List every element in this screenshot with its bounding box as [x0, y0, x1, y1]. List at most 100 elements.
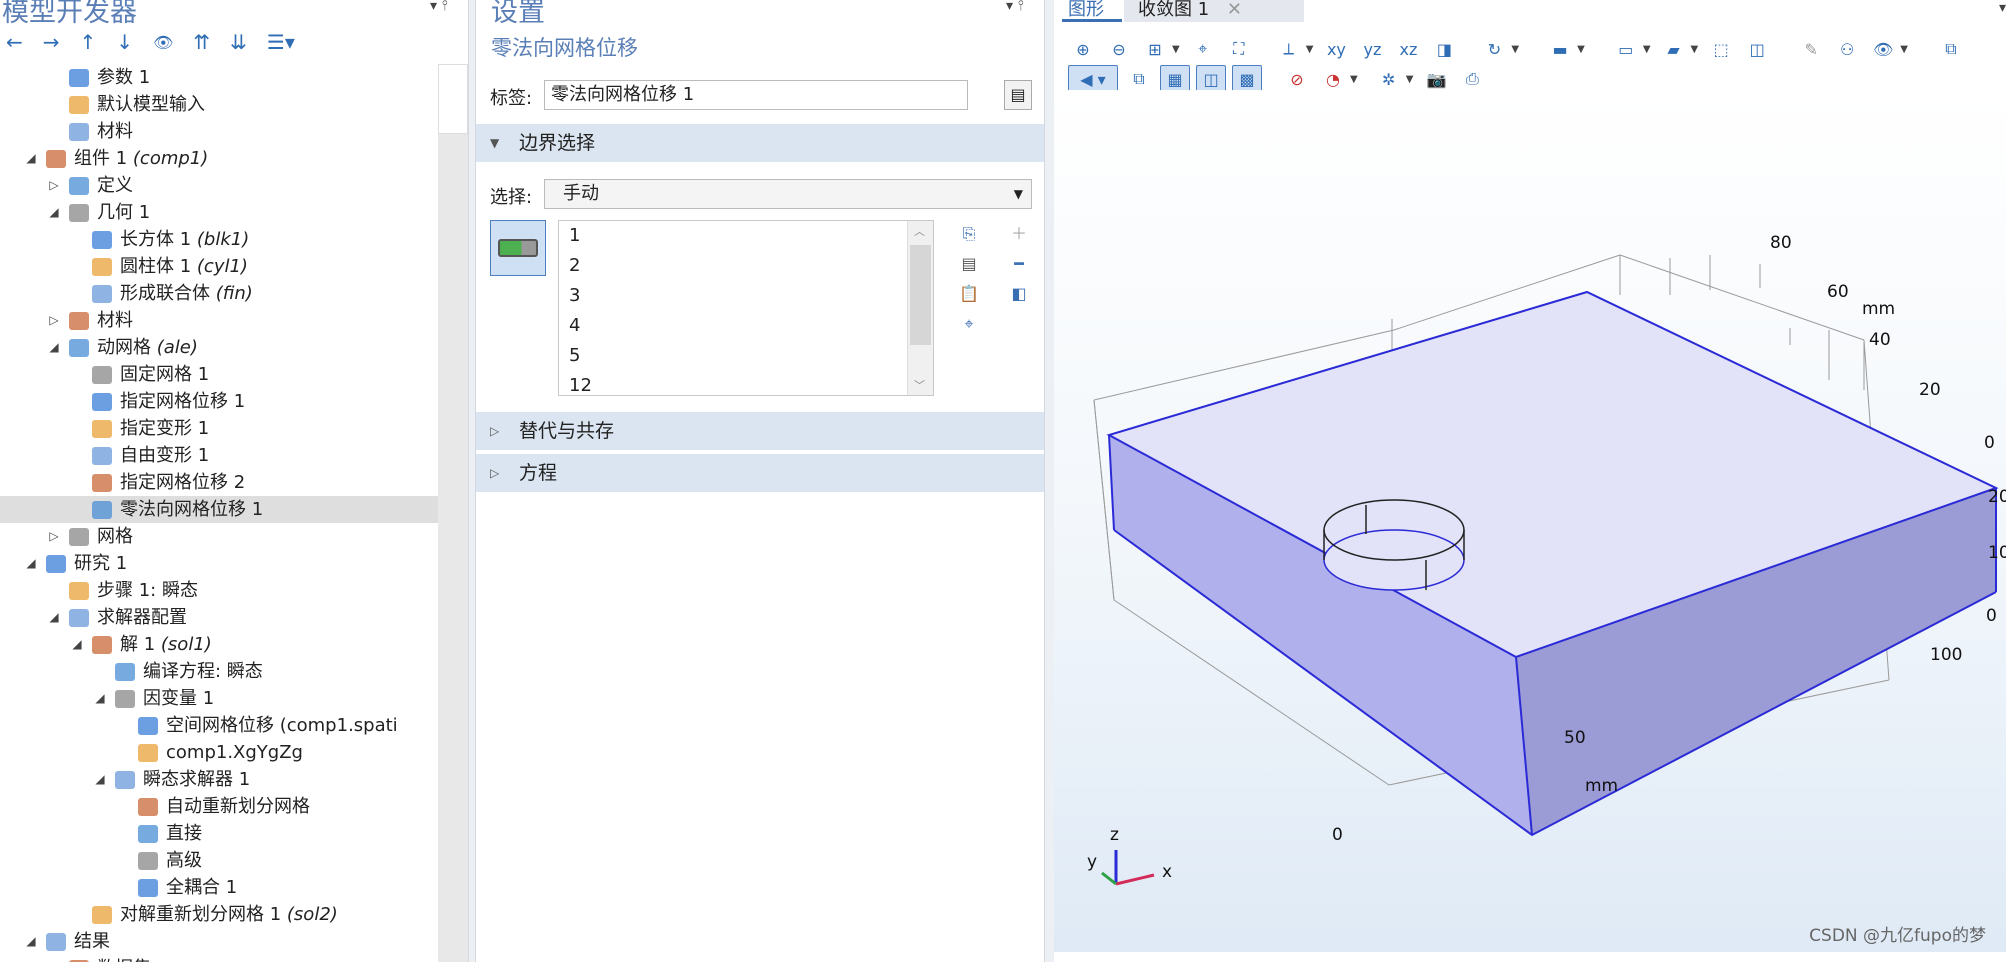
tree-node[interactable]: 参数 1 [0, 64, 438, 91]
show-axis-icon[interactable]: ◫ [1196, 65, 1226, 93]
clip-icon[interactable]: ⊘ [1282, 65, 1312, 93]
back-arrow-icon[interactable]: ← [6, 30, 23, 54]
section-equation[interactable]: ▷ 方程 [476, 454, 1044, 492]
copy-selection-icon[interactable]: ▤ [956, 252, 982, 276]
close-icon[interactable]: ✕ [1227, 0, 1242, 20]
boundary-list-item[interactable]: 1 [559, 221, 933, 251]
zoom-box-icon[interactable]: ⊞ [1140, 35, 1170, 63]
zoom-selected-icon[interactable]: ⌖ [1188, 35, 1218, 63]
render-mode-icon[interactable]: ▭ [1611, 35, 1641, 63]
color-icon[interactable]: ◔ [1318, 65, 1348, 93]
view-yz-icon[interactable]: yz [1357, 35, 1387, 63]
node-note-icon[interactable]: ▤ [1004, 80, 1032, 110]
tree-node[interactable]: ◢ 求解器配置 [0, 604, 438, 631]
tree-node[interactable]: ▷ 定义 [0, 172, 438, 199]
tree-node[interactable]: 自动重新划分网格 [0, 793, 438, 820]
geometry-view[interactable]: 0 50 100 mm 0 20 40 60 80 mm 0 10 20 z x… [1054, 90, 2006, 952]
tree-node[interactable]: 指定网格位移 2 [0, 469, 438, 496]
forward-arrow-icon[interactable]: → [43, 30, 60, 54]
wireframe-icon[interactable]: ▰ [1659, 35, 1689, 63]
boundary-list-item[interactable]: 3 [559, 281, 933, 311]
scroll-down-icon[interactable]: ﹀ [914, 377, 925, 393]
tree-node[interactable]: 指定网格位移 1 [0, 388, 438, 415]
create-selection-icon[interactable]: ◧ [1006, 282, 1032, 306]
tree-node[interactable]: 对解重新划分网格 1 (sol2) [0, 901, 438, 928]
pane-splitter[interactable] [1044, 0, 1054, 962]
collapse-arrow-icon[interactable]: ◢ [47, 199, 61, 226]
tree-node[interactable]: 直接 [0, 820, 438, 847]
collapse-arrow-icon[interactable]: ◢ [24, 550, 38, 577]
box-select-icon[interactable]: ⬚ [1706, 35, 1736, 63]
tree-node[interactable]: ◢ 解 1 (sol1) [0, 631, 438, 658]
axis-orientation-icon[interactable]: ⟂ [1274, 35, 1304, 63]
expand-all-icon[interactable]: ⇈ [193, 30, 210, 54]
tree-node[interactable]: ◢ 研究 1 [0, 550, 438, 577]
collapse-arrow-icon[interactable]: ◢ [47, 334, 61, 361]
scrollbar-thumb[interactable] [910, 245, 931, 345]
scrollbar-thumb[interactable] [438, 64, 468, 134]
zoom-out-icon[interactable]: ⊖ [1104, 35, 1134, 63]
pane-menu-icon[interactable]: ▾ ⫯ [430, 0, 448, 14]
paste-selection-icon[interactable]: ⎘ [956, 222, 982, 246]
add-to-selection-icon[interactable]: ＋ [1006, 222, 1032, 246]
tree-node[interactable]: ▷ 网格 [0, 523, 438, 550]
more-options-icon[interactable]: ⧉ [1936, 35, 1966, 63]
up-arrow-icon[interactable]: ↑ [80, 30, 97, 54]
view-xy-icon[interactable]: xy [1321, 35, 1351, 63]
collapse-arrow-icon[interactable]: ◢ [47, 604, 61, 631]
tree-node[interactable]: 编译方程: 瞬态 [0, 658, 438, 685]
transparency-toggle[interactable]: ◀ ▾ [1068, 65, 1118, 93]
lighting-icon[interactable]: ✲ [1374, 65, 1404, 93]
hide-icon[interactable]: ✎ [1796, 35, 1826, 63]
section-override-contribution[interactable]: ▷ 替代与共存 [476, 412, 1044, 450]
tree-node[interactable]: 全耦合 1 [0, 874, 438, 901]
tree-node[interactable]: 长方体 1 (blk1) [0, 226, 438, 253]
view-options-icon[interactable]: ☰▾ [267, 30, 295, 54]
boundary-list-item[interactable]: 4 [559, 311, 933, 341]
tree-node[interactable]: ◢ 因变量 1 [0, 685, 438, 712]
activate-selection-toggle[interactable] [490, 220, 546, 276]
section-boundary-selection[interactable]: ▼ 边界选择 [476, 124, 1044, 162]
scene-light-icon[interactable]: ⧉ [1124, 65, 1154, 93]
tree-node[interactable]: 空间网格位移 (comp1.spati [0, 712, 438, 739]
tree-node[interactable]: ◢ 几何 1 [0, 199, 438, 226]
tree-node[interactable]: 材料 [0, 118, 438, 145]
tree-node[interactable]: 高级 [0, 847, 438, 874]
selection-dropdown[interactable]: 手动 ▼ [544, 179, 1032, 209]
expand-arrow-icon[interactable]: ▷ [47, 172, 61, 199]
select-mode-icon[interactable]: ▬ [1545, 35, 1575, 63]
collapse-arrow-icon[interactable]: ◢ [24, 145, 38, 172]
show-mesh-icon[interactable]: ▩ [1232, 65, 1262, 93]
tree-node[interactable]: 固定网格 1 [0, 361, 438, 388]
tree-node[interactable]: ◢ 结果 [0, 928, 438, 955]
pane-menu-icon[interactable]: ▾ ⫯ [1006, 0, 1024, 14]
tree-node[interactable]: 默认模型输入 [0, 91, 438, 118]
boundary-list[interactable]: 1 2 3 4 5 12 ︿ ﹀ [558, 220, 934, 396]
remove-from-selection-icon[interactable]: ━ [1006, 252, 1032, 276]
tree-node[interactable]: ◢ 动网格 (ale) [0, 334, 438, 361]
label-field[interactable]: 零法向网格位移 1 [544, 80, 968, 110]
down-arrow-icon[interactable]: ↓ [116, 30, 133, 54]
collapse-all-icon[interactable]: ⇊ [230, 30, 247, 54]
tree-node[interactable]: 数据集 [0, 955, 438, 962]
collapse-arrow-icon[interactable]: ◢ [24, 928, 38, 955]
print-icon[interactable]: ⎙ [1457, 65, 1487, 93]
tree-node[interactable]: 指定变形 1 [0, 415, 438, 442]
scroll-up-icon[interactable]: ︿ [914, 223, 925, 239]
boundary-list-item[interactable]: 5 [559, 341, 933, 371]
clear-selection-icon[interactable]: ◫ [1742, 35, 1772, 63]
tree-node[interactable]: 形成联合体 (fin) [0, 280, 438, 307]
tree-node[interactable]: ◢ 组件 1 (comp1) [0, 145, 438, 172]
zoom-in-icon[interactable]: ⊕ [1068, 35, 1098, 63]
collapse-arrow-icon[interactable]: ◢ [93, 766, 107, 793]
tab-convergence-plot[interactable]: 收敛图 1 ✕ [1124, 0, 1304, 22]
model-tree-scrollbar[interactable] [438, 64, 468, 962]
list-scrollbar[interactable]: ︿ ﹀ [907, 221, 933, 395]
select-all-icon[interactable]: ⚇ [1832, 35, 1862, 63]
tree-node[interactable]: 圆柱体 1 (cyl1) [0, 253, 438, 280]
zoom-to-selection-icon[interactable]: ⌖ [956, 312, 982, 336]
expand-arrow-icon[interactable]: ▷ [47, 307, 61, 334]
tree-node[interactable]: 自由变形 1 [0, 442, 438, 469]
expand-arrow-icon[interactable]: ▷ [47, 523, 61, 550]
boundary-list-item[interactable]: 2 [559, 251, 933, 281]
